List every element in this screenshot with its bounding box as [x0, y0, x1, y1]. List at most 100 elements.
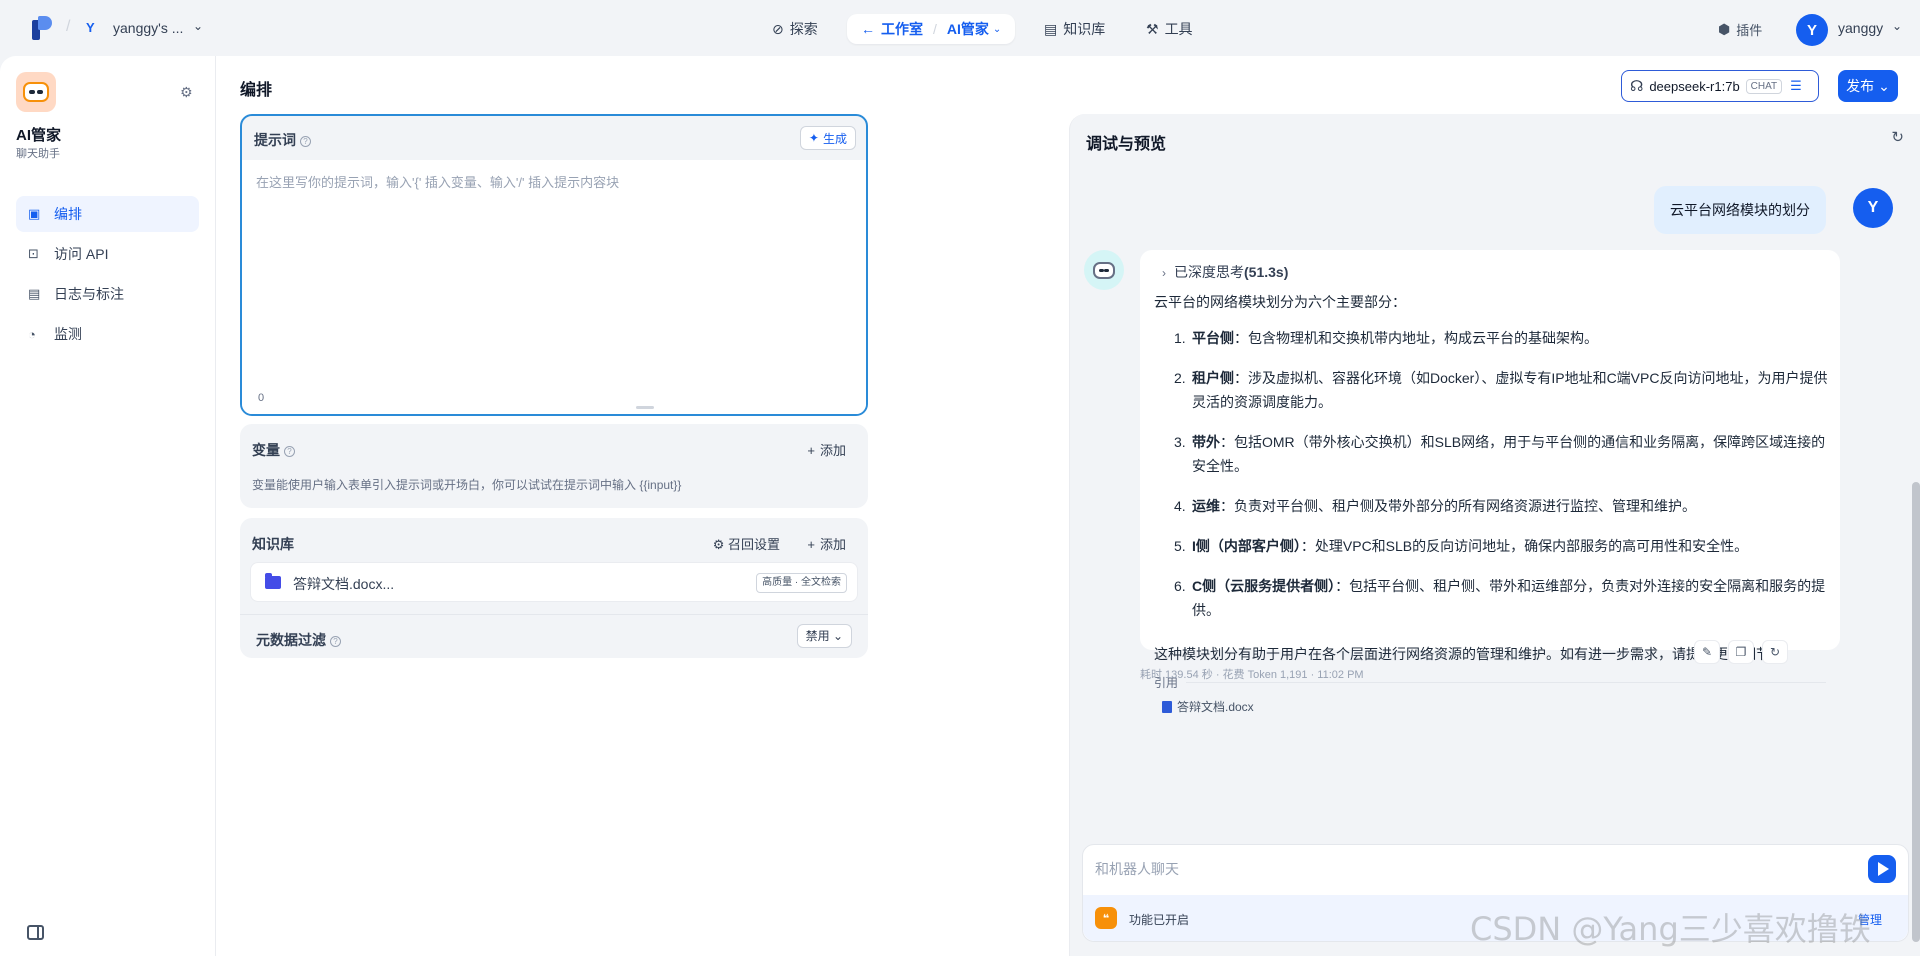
sidebar-item-label: 编排	[54, 206, 82, 222]
manage-button[interactable]: 管理	[1858, 911, 1882, 928]
list-num: 4.	[1174, 498, 1186, 514]
copy-icon[interactable]: ❐	[1728, 640, 1754, 664]
chevron-down-icon[interactable]: ⌄	[193, 19, 203, 33]
scrollbar-thumb[interactable]	[1912, 482, 1920, 942]
nav-tools[interactable]: ⚒ 工具	[1146, 14, 1193, 44]
sidebar-item-orchestrate[interactable]: ▣ 编排	[16, 196, 199, 232]
publish-button[interactable]: 发布 ⌄	[1838, 70, 1898, 102]
settings-icon[interactable]: ⚙	[180, 84, 193, 101]
help-icon[interactable]: ?	[330, 635, 341, 647]
chevron-down-icon[interactable]: ⌄	[1892, 19, 1902, 33]
robot-icon	[1093, 261, 1115, 279]
answer-list: 1. 平台侧：包含物理机和交换机带内地址，构成云平台的基础架构。 2. 租户侧：涉及…	[1174, 326, 1828, 638]
metadata-filter-value: 禁用	[805, 629, 830, 643]
nav-app-label[interactable]: AI管家	[947, 19, 989, 39]
document-icon	[1162, 700, 1172, 713]
plus-icon: +	[807, 537, 815, 552]
answer-outro: 这种模块划分有助于用户在各个层面进行网络资源的管理和维护。如有进一步需求，请提供…	[1154, 646, 1784, 662]
metadata-filter-label: 元数据过滤?	[256, 630, 341, 650]
chat-input-box: 和机器人聊天 ❝ 功能已开启 管理	[1082, 844, 1909, 942]
user-avatar[interactable]: Y	[1796, 14, 1828, 46]
chevron-right-icon: ›	[1162, 266, 1166, 280]
sidebar-item-logs[interactable]: ▤ 日志与标注	[16, 276, 199, 312]
prompt-input[interactable]: 在这里写你的提示词，输入'{' 插入变量、输入'/' 插入提示内容块 0	[242, 160, 866, 414]
nav-explore[interactable]: ⊘ 探索	[772, 14, 818, 44]
help-icon[interactable]: ?	[300, 135, 311, 147]
list-item: 5. I侧（内部客户侧）：处理VPC和SLB的反向访问地址，确保内部服务的高可用性…	[1174, 534, 1828, 558]
list-sep: ：	[1335, 578, 1350, 594]
scrollbar[interactable]	[1912, 154, 1920, 954]
recall-settings-button[interactable]: ⚙ 召回设置	[713, 534, 780, 553]
app-type: 聊天助手	[16, 148, 60, 160]
sidebar-item-label: 日志与标注	[54, 286, 124, 302]
logo[interactable]	[32, 16, 54, 40]
generate-button[interactable]: ✦ 生成	[799, 126, 856, 150]
separator: /	[66, 18, 71, 35]
list-item: 6. C侧（云服务提供者侧）：包括平台侧、租户侧、带外和运维部分，负责对外连接的安…	[1174, 574, 1828, 622]
feature-icon: ❝	[1095, 907, 1117, 929]
plus-icon: +	[807, 443, 815, 458]
model-selector[interactable]: ☊ deepseek-r1:7b CHAT ☰	[1621, 70, 1819, 102]
user-name[interactable]: yanggy	[1838, 20, 1883, 36]
sidebar-item-monitor[interactable]: ◔ 监测	[16, 316, 199, 352]
model-mode-badge: CHAT	[1745, 78, 1783, 94]
add-label: 添加	[819, 443, 846, 458]
sliders-icon: ☰	[1790, 78, 1802, 93]
list-num: 3.	[1174, 434, 1186, 450]
sidebar-item-api[interactable]: ⊡ 访问 API	[16, 236, 199, 272]
variables-panel: 变量? + 添加 变量能使用户输入表单引入提示词或开场白，你可以试试在提示词中输入…	[240, 424, 868, 508]
chat-input[interactable]: 和机器人聊天	[1095, 859, 1179, 879]
arrow-left-icon: ←	[861, 21, 875, 37]
app-title: AI管家	[16, 127, 62, 144]
add-variable-button[interactable]: + 添加	[807, 440, 846, 459]
terminal-icon: ⊡	[28, 246, 39, 261]
answer-intro: 云平台的网络模块划分为六个主要部分：	[1154, 294, 1406, 310]
list-text: 涉及虚拟机、容器化环境（如Docker）、虚拟专有IP地址和C端VPC反向访问地…	[1192, 370, 1828, 410]
model-name: deepseek-r1:7b	[1649, 78, 1740, 94]
list-sep: ：	[1220, 434, 1234, 450]
list-text: 包括OMR（带外核心交换机）和SLB网络，用于与平台侧的通信和业务隔离，保障跨区…	[1192, 434, 1826, 474]
prompt-panel: 提示词? ✦ 生成 在这里写你的提示词，输入'{' 插入变量、输入'/' 插入提…	[240, 114, 868, 416]
variables-label: 变量?	[252, 440, 295, 460]
feature-text: 功能已开启	[1129, 913, 1190, 927]
add-knowledge-button[interactable]: + 添加	[807, 534, 846, 553]
list-sep: ：	[1234, 330, 1248, 346]
citation-item[interactable]: 答辩文档.docx	[1162, 698, 1254, 715]
list-head: 平台侧	[1192, 330, 1234, 346]
sidebar-collapse-icon[interactable]	[27, 925, 44, 940]
variables-description: 变量能使用户输入表单引入提示词或开场白，你可以试试在提示词中输入 {{input…	[252, 478, 682, 492]
knowledge-item[interactable]: 答辩文档.docx... 高质量 · 全文检索	[250, 562, 858, 602]
deep-think-toggle[interactable]: › 已深度思考(51.3s)	[1162, 262, 1288, 282]
nav-studio[interactable]: ← 工作室 / AI管家 ⌄	[847, 14, 1016, 44]
list-head: 租户侧	[1192, 370, 1234, 386]
log-icon: ▤	[28, 286, 41, 301]
regenerate-icon[interactable]: ↻	[1762, 640, 1788, 664]
generate-label: 生成	[822, 131, 847, 146]
list-head: C侧（云服务提供者侧）	[1192, 578, 1336, 594]
help-icon[interactable]: ?	[284, 445, 295, 457]
metadata-filter-select[interactable]: 禁用 ⌄	[796, 624, 852, 648]
knowledge-item-name: 答辩文档.docx...	[293, 576, 395, 592]
nav-knowledge[interactable]: ▤ 知识库	[1044, 14, 1105, 44]
refresh-icon[interactable]: ↻	[1891, 128, 1904, 146]
list-sep: ：	[1234, 370, 1248, 386]
user-message: 云平台网络模块的划分	[1654, 186, 1826, 234]
prompt-char-count: 0	[258, 392, 265, 404]
feature-bar: ❝ 功能已开启 管理	[1083, 895, 1908, 941]
list-num: 6.	[1174, 578, 1186, 594]
workspace-avatar: Y	[86, 20, 95, 35]
sidebar: ⚙ AI管家 聊天助手 ▣ 编排 ⊡ 访问 API ▤ 日志与标注 ◔ 监测	[0, 56, 216, 956]
send-button[interactable]	[1868, 855, 1896, 883]
nav-plugin[interactable]: ⬢ 插件	[1718, 14, 1762, 44]
annotate-icon[interactable]: ✎	[1694, 640, 1720, 664]
list-num: 1.	[1174, 330, 1186, 346]
variables-label-text: 变量	[252, 442, 280, 458]
chevron-down-icon: ⌄	[992, 23, 1002, 35]
list-text: 包含物理机和交换机带内地址，构成云平台的基础架构。	[1248, 330, 1598, 346]
debug-preview-panel: 调试与预览 ↻ 云平台网络模块的划分 Y › 已深度思考(51.3s) 云平台的网…	[1069, 114, 1920, 956]
workspace-name[interactable]: yanggy's ...	[113, 20, 183, 36]
resize-handle[interactable]	[636, 406, 654, 409]
list-head: 带外	[1192, 434, 1220, 450]
citation-file: 答辩文档.docx	[1177, 700, 1254, 714]
message-meta: 耗时 139.54 秒 · 花费 Token 1,191 · 11:02 PM	[1140, 669, 1364, 681]
